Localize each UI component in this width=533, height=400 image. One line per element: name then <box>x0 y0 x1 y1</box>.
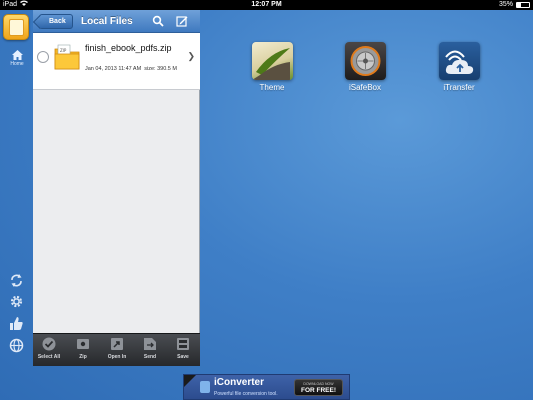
battery-icon <box>516 2 530 8</box>
safe-icon <box>344 42 386 80</box>
isafebox-app-icon[interactable]: iSafeBox <box>335 42 395 92</box>
save-button[interactable]: Save <box>168 337 198 360</box>
theme-app-icon[interactable]: Theme <box>242 42 302 92</box>
globe-icon[interactable] <box>9 338 24 353</box>
ad-banner[interactable]: iConverter Powerful file conversion tool… <box>183 374 350 400</box>
edit-icon[interactable] <box>176 15 188 27</box>
save-icon <box>177 338 189 350</box>
search-icon[interactable] <box>152 15 164 27</box>
theme-icon <box>251 42 293 80</box>
send-label: Send <box>143 354 157 360</box>
save-label: Save <box>177 354 189 360</box>
select-radio[interactable] <box>37 51 49 63</box>
itransfer-label: iTransfer <box>443 83 475 92</box>
iconverter-logo-icon <box>200 381 210 393</box>
zip-folder-icon: ZIP <box>54 44 80 70</box>
svg-text:ZIP: ZIP <box>60 48 67 53</box>
app-sidebar: Home <box>0 10 33 400</box>
cta-line2: FOR FREE! <box>300 387 337 394</box>
new-ribbon <box>184 375 196 387</box>
file-panel: Back Local Files ZIP finish_ebook_pdfs.z… <box>33 10 200 366</box>
panel-title: Local Files <box>81 16 133 27</box>
status-time: 12:07 PM <box>251 1 282 8</box>
open-in-button[interactable]: Open In <box>102 337 132 360</box>
open-in-icon <box>111 338 123 350</box>
ad-title: iConverter <box>214 377 265 388</box>
panel-navbar: Back Local Files <box>33 10 200 33</box>
zip-label: Zip <box>79 354 87 360</box>
zip-button[interactable]: Zip <box>68 337 98 360</box>
thumbs-up-icon[interactable] <box>9 316 24 331</box>
check-circle-icon <box>42 337 56 351</box>
home-icon <box>11 50 23 60</box>
app-logo-icon[interactable] <box>3 14 29 40</box>
theme-label: Theme <box>259 83 285 92</box>
cta-line1: DOWNLOAD NOW <box>303 382 334 386</box>
select-all-label: Select All <box>37 354 61 360</box>
select-all-button[interactable]: Select All <box>34 337 64 360</box>
home-button[interactable]: Home <box>5 50 29 67</box>
send-icon <box>144 338 156 350</box>
status-bar: iPad 12:07 PM 35% <box>0 0 533 10</box>
back-button[interactable]: Back <box>39 14 73 29</box>
open-in-label: Open In <box>107 354 127 360</box>
panel-toolbar: Select All Zip Open In Send Save <box>33 333 200 366</box>
send-button[interactable]: Send <box>135 337 165 360</box>
file-date: Jan 04, 2013 11:47 AM <box>85 66 142 72</box>
file-list-item[interactable]: ZIP finish_ebook_pdfs.zip Jan 04, 2013 1… <box>33 33 200 90</box>
refresh-icon[interactable] <box>9 273 24 288</box>
chevron-right-icon[interactable]: ❯ <box>187 51 195 62</box>
battery-percent: 35% <box>498 1 513 8</box>
file-size: size: 390.5 M <box>144 66 177 72</box>
settings-gear-icon[interactable] <box>9 294 24 309</box>
file-meta: Jan 04, 2013 11:47 AM size: 390.5 M <box>85 66 177 72</box>
itransfer-app-icon[interactable]: iTransfer <box>429 42 489 92</box>
home-label: Home <box>10 61 24 67</box>
isafebox-label: iSafeBox <box>348 83 382 92</box>
zip-icon <box>77 339 89 349</box>
download-button[interactable]: DOWNLOAD NOW FOR FREE! <box>294 379 343 396</box>
ad-subtitle: Powerful file conversion tool. <box>214 391 278 397</box>
cloud-transfer-icon <box>438 42 480 80</box>
file-name: finish_ebook_pdfs.zip <box>85 43 172 53</box>
